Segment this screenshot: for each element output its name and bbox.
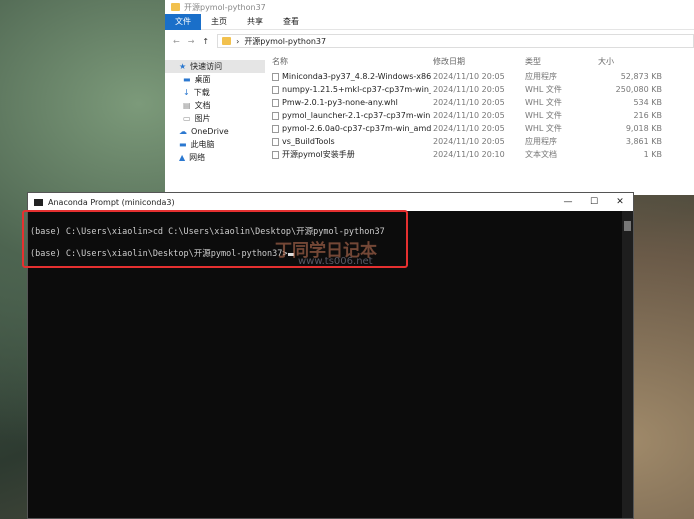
file-row[interactable]: Pmw-2.0.1-py3-none-any.whl 2024/11/10 20…	[270, 96, 694, 109]
network-icon: ▲	[179, 153, 186, 162]
cloud-icon: ☁	[179, 127, 187, 136]
sidebar: ★ 快速访问 ▬ 桌面 ↓ 下载 ▤ 文档 ▭ 图片 ☁ OneDrive ▬ 此电脑 ▲ 网络	[165, 60, 265, 164]
download-icon: ↓	[183, 88, 190, 97]
sidebar-item-quick-access[interactable]: ★ 快速访问	[165, 60, 265, 73]
document-icon: ▤	[183, 101, 191, 110]
file-size: 1 KB	[643, 150, 662, 159]
sidebar-item-onedrive[interactable]: ☁ OneDrive	[165, 125, 265, 138]
console-titlebar: Anaconda Prompt (miniconda3) — ☐ ✕	[28, 193, 633, 211]
file-date: 2024/11/10 20:05	[433, 137, 505, 146]
file-row[interactable]: pymol_launcher-2.1-cp37-cp37m-win... 202…	[270, 109, 694, 122]
column-size[interactable]: 大小	[596, 56, 666, 67]
column-name[interactable]: 名称	[270, 56, 431, 67]
column-type[interactable]: 类型	[523, 56, 596, 67]
file-row[interactable]: vs_BuildTools 2024/11/10 20:05 应用程序 3,86…	[270, 135, 694, 148]
minimize-button[interactable]: —	[555, 197, 581, 207]
file-name: Pmw-2.0.1-py3-none-any.whl	[270, 98, 431, 107]
tab-view[interactable]: 查看	[273, 14, 309, 30]
computer-icon: ▬	[179, 140, 187, 149]
file-row[interactable]: pymol-2.6.0a0-cp37-cp37m-win_amd... 2024…	[270, 122, 694, 135]
explorer-titlebar: 开源pymol-python37	[165, 0, 694, 14]
file-icon	[272, 85, 279, 94]
picture-icon: ▭	[183, 114, 191, 123]
file-name: pymol-2.6.0a0-cp37-cp37m-win_amd...	[270, 124, 431, 133]
column-date[interactable]: 修改日期	[431, 56, 523, 67]
file-row[interactable]: Miniconda3-py37_4.8.2-Windows-x86... 202…	[270, 70, 694, 83]
file-type: WHL 文件	[525, 124, 562, 133]
file-name: Miniconda3-py37_4.8.2-Windows-x86...	[270, 72, 431, 81]
sidebar-item-network[interactable]: ▲ 网络	[165, 151, 265, 164]
sidebar-item-documents[interactable]: ▤ 文档	[165, 99, 265, 112]
vertical-scrollbar[interactable]	[622, 211, 633, 518]
file-explorer-window: 开源pymol-python37 文件 主页 共享 查看 ← → ↑ › 开源p…	[165, 0, 694, 195]
file-icon	[272, 150, 279, 159]
file-date: 2024/11/10 20:05	[433, 85, 505, 94]
file-icon	[272, 111, 279, 120]
ribbon-tabs: 文件 主页 共享 查看	[165, 13, 694, 30]
file-row[interactable]: 开源pymol安装手册 2024/11/10 20:10 文本文档 1 KB	[270, 148, 694, 161]
file-date: 2024/11/10 20:05	[433, 72, 505, 81]
file-size: 216 KB	[633, 111, 662, 120]
star-icon: ★	[179, 62, 187, 71]
forward-icon[interactable]: →	[188, 37, 195, 46]
sidebar-item-downloads[interactable]: ↓ 下载	[165, 86, 265, 99]
file-row[interactable]: numpy-1.21.5+mkl-cp37-cp37m-win_... 2024…	[270, 83, 694, 96]
back-icon[interactable]: ←	[173, 37, 180, 46]
file-size: 534 KB	[633, 98, 662, 107]
file-type: 应用程序	[525, 72, 557, 81]
close-button[interactable]: ✕	[607, 197, 633, 207]
chevron-right-icon: ›	[236, 36, 240, 46]
address-bar[interactable]: › 开源pymol-python37	[217, 34, 694, 48]
window-title: 开源pymol-python37	[184, 2, 266, 12]
file-date: 2024/11/10 20:05	[433, 124, 505, 133]
file-date: 2024/11/10 20:05	[433, 111, 505, 120]
file-icon	[272, 72, 279, 81]
file-name: 开源pymol安装手册	[270, 149, 431, 160]
file-type: 文本文档	[525, 150, 557, 159]
folder-icon	[171, 3, 180, 11]
file-icon	[272, 98, 279, 107]
desktop-icon: ▬	[183, 75, 191, 84]
file-size: 9,018 KB	[625, 124, 662, 133]
tab-file[interactable]: 文件	[165, 13, 201, 30]
file-size: 250,080 KB	[615, 85, 662, 94]
up-icon[interactable]: ↑	[202, 37, 209, 46]
file-size: 52,873 KB	[620, 72, 662, 81]
navigation-bar: ← → ↑ › 开源pymol-python37	[165, 30, 694, 52]
address-path: 开源pymol-python37	[244, 36, 327, 46]
file-type: WHL 文件	[525, 85, 562, 94]
file-list: 名称 修改日期 类型 大小 Miniconda3-py37_4.8.2-Wind…	[270, 52, 694, 161]
file-name: pymol_launcher-2.1-cp37-cp37m-win...	[270, 111, 431, 120]
column-headers: 名称 修改日期 类型 大小	[270, 52, 694, 70]
maximize-button[interactable]: ☐	[581, 197, 607, 207]
sidebar-item-desktop[interactable]: ▬ 桌面	[165, 73, 265, 86]
file-type: WHL 文件	[525, 111, 562, 120]
file-type: WHL 文件	[525, 98, 562, 107]
sidebar-item-this-pc[interactable]: ▬ 此电脑	[165, 138, 265, 151]
console-title: Anaconda Prompt (miniconda3)	[48, 197, 175, 207]
scrollbar-thumb[interactable]	[624, 221, 631, 231]
file-type: 应用程序	[525, 137, 557, 146]
watermark-url: www.ts006.net	[298, 256, 373, 267]
file-date: 2024/11/10 20:10	[433, 150, 505, 159]
console-icon	[34, 198, 43, 206]
file-size: 3,861 KB	[625, 137, 662, 146]
folder-icon	[222, 37, 232, 45]
tab-home[interactable]: 主页	[201, 14, 237, 30]
sidebar-item-pictures[interactable]: ▭ 图片	[165, 112, 265, 125]
file-name: vs_BuildTools	[270, 137, 431, 146]
tab-share[interactable]: 共享	[237, 14, 273, 30]
file-date: 2024/11/10 20:05	[433, 98, 505, 107]
file-icon	[272, 124, 279, 133]
file-icon	[272, 137, 279, 146]
file-name: numpy-1.21.5+mkl-cp37-cp37m-win_...	[270, 85, 431, 94]
